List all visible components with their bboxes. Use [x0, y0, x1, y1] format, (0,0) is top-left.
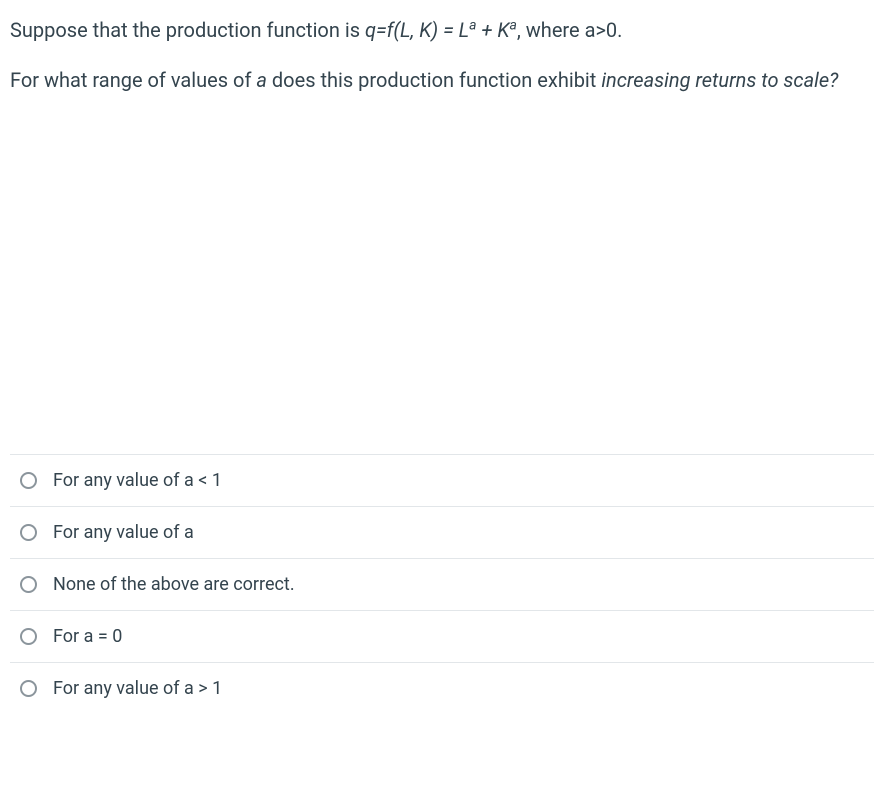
superscript: a	[509, 17, 516, 33]
text-segment: For what range of values of	[10, 68, 256, 92]
option-row[interactable]: None of the above are correct.	[10, 559, 874, 611]
text-segment: does this production function exhibit	[267, 68, 601, 92]
option-label: None of the above are correct.	[53, 574, 295, 595]
option-label: For any value of a < 1	[53, 470, 222, 491]
option-row[interactable]: For any value of a < 1	[10, 455, 874, 507]
spacer	[10, 114, 874, 454]
option-row[interactable]: For any value of a	[10, 507, 874, 559]
option-label: For any value of a	[53, 522, 194, 543]
options-list: For any value of a < 1 For any value of …	[10, 454, 874, 714]
text-segment: q=f(L, K) = L	[365, 18, 469, 42]
option-row[interactable]: For a = 0	[10, 611, 874, 663]
radio-icon	[20, 472, 37, 489]
radio-icon	[20, 680, 37, 697]
text-segment: increasing returns to scale?	[601, 68, 838, 92]
radio-icon	[20, 524, 37, 541]
text-segment: + K	[476, 18, 509, 42]
option-label: For a = 0	[53, 626, 122, 647]
question-prompt: Suppose that the production function is …	[10, 14, 874, 96]
option-label: For any value of a > 1	[53, 678, 222, 699]
question-line-1: Suppose that the production function is …	[10, 14, 874, 46]
text-segment: Suppose that the production function is	[10, 18, 365, 42]
radio-icon	[20, 628, 37, 645]
text-segment: a	[256, 68, 267, 92]
option-row[interactable]: For any value of a > 1	[10, 663, 874, 714]
radio-icon	[20, 576, 37, 593]
question-line-2: For what range of values of a does this …	[10, 64, 874, 96]
text-segment: , where a>0.	[517, 18, 623, 42]
